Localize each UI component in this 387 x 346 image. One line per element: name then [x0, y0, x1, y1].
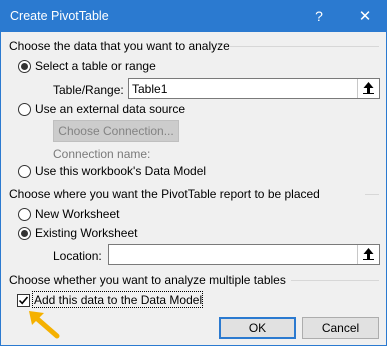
select-range-radio[interactable] — [18, 60, 31, 73]
section-multiple-title: Choose whether you want to analyze multi… — [9, 273, 286, 287]
choose-connection-button[interactable]: Choose Connection... — [53, 120, 179, 142]
section-data-title: Choose the data that you want to analyze — [9, 39, 230, 53]
new-worksheet-radio[interactable] — [18, 208, 31, 221]
create-pivottable-dialog: Create PivotTable ? ✕ Choose the data th… — [0, 0, 387, 346]
external-source-radio[interactable] — [18, 103, 31, 116]
table-range-value: Table1 — [132, 82, 168, 96]
connection-name-label: Connection name: — [53, 147, 151, 161]
range-picker-button[interactable] — [357, 79, 379, 98]
select-range-label[interactable]: Select a table or range — [35, 59, 156, 73]
close-button[interactable]: ✕ — [347, 1, 383, 32]
external-source-label[interactable]: Use an external data source — [35, 102, 185, 116]
location-label: Location: — [53, 249, 102, 263]
checkmark-icon — [18, 296, 29, 305]
help-button[interactable]: ? — [301, 1, 337, 32]
existing-worksheet-label[interactable]: Existing Worksheet — [35, 226, 138, 240]
add-to-data-model-label[interactable]: Add this data to the Data Model — [34, 293, 202, 307]
section-divider — [365, 194, 379, 195]
location-input[interactable] — [108, 244, 380, 265]
table-range-label: Table/Range: — [53, 83, 124, 97]
collapse-dialog-icon — [363, 248, 374, 260]
dialog-title: Create PivotTable — [10, 9, 109, 23]
section-divider — [229, 46, 379, 47]
add-to-data-model-checkbox[interactable] — [17, 294, 30, 307]
collapse-dialog-icon — [363, 82, 374, 94]
ok-button[interactable]: OK — [219, 317, 296, 339]
data-model-label[interactable]: Use this workbook's Data Model — [35, 164, 206, 178]
cancel-button[interactable]: Cancel — [302, 317, 379, 339]
new-worksheet-label[interactable]: New Worksheet — [35, 207, 119, 221]
table-range-input[interactable]: Table1 — [128, 78, 380, 99]
data-model-radio[interactable] — [18, 165, 31, 178]
section-divider — [291, 280, 379, 281]
annotation-arrow-icon — [29, 311, 60, 339]
title-bar[interactable]: Create PivotTable ? ✕ — [1, 1, 386, 32]
existing-worksheet-radio[interactable] — [18, 227, 31, 240]
section-placement-title: Choose where you want the PivotTable rep… — [9, 187, 320, 201]
location-picker-button[interactable] — [357, 245, 379, 264]
